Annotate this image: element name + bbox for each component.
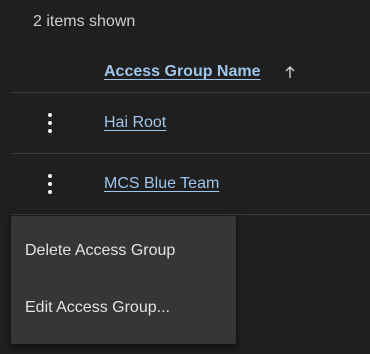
menu-item-edit-access-group[interactable]: Edit Access Group... xyxy=(25,299,170,317)
table-row: Hai Root xyxy=(12,93,370,154)
access-group-link[interactable]: Hai Root xyxy=(104,114,166,132)
table-header-row: Access Group Name xyxy=(12,52,370,93)
items-shown-count: 2 items shown xyxy=(33,13,136,30)
row-actions-kebab-icon[interactable] xyxy=(42,172,58,196)
row-actions-kebab-icon[interactable] xyxy=(42,111,58,135)
menu-item-delete-access-group[interactable]: Delete Access Group xyxy=(25,242,175,260)
column-header-access-group-name[interactable]: Access Group Name xyxy=(104,63,261,81)
sort-ascending-icon[interactable] xyxy=(283,64,297,80)
row-context-menu: Delete Access Group Edit Access Group... xyxy=(11,216,236,344)
table-row: MCS Blue Team xyxy=(12,154,370,215)
access-group-link[interactable]: MCS Blue Team xyxy=(104,175,219,193)
